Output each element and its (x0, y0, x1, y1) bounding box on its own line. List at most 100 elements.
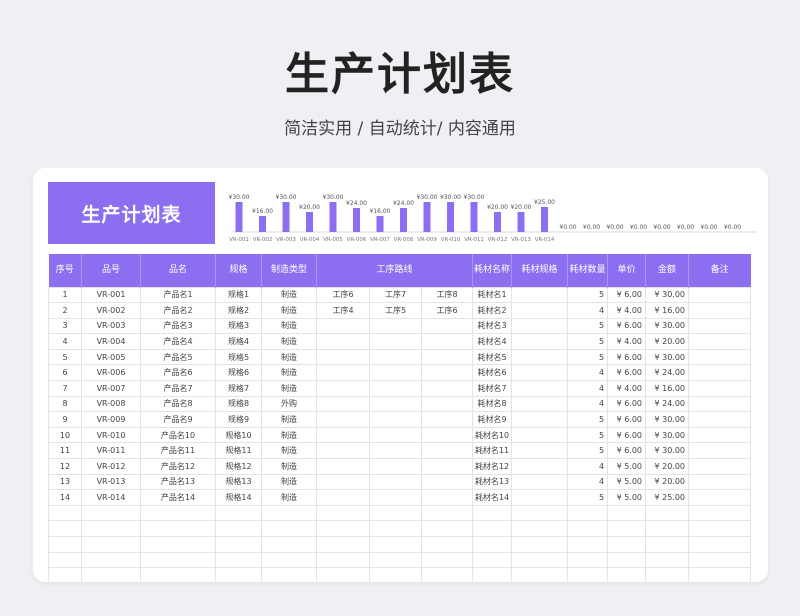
cell-spec[interactable]: 规格14 (215, 489, 262, 506)
cell-code[interactable] (81, 536, 141, 553)
cell-mat-name[interactable]: 耗材名12 (472, 458, 513, 475)
cell-code[interactable]: VR-009 (81, 411, 141, 428)
cell-mat-spec[interactable] (511, 317, 569, 335)
cell-route-1[interactable] (316, 458, 370, 475)
cell-name[interactable]: 产品名9 (140, 411, 216, 428)
cell-code[interactable]: VR-004 (81, 333, 141, 350)
cell-name[interactable] (140, 567, 216, 582)
col-header-price[interactable]: 单价 (607, 254, 646, 287)
cell-spec[interactable]: 规格1 (215, 286, 262, 304)
cell-make-type[interactable]: 外购 (261, 395, 317, 413)
cell-price[interactable]: ¥ 4.00 (607, 380, 647, 397)
cell-amount[interactable] (645, 520, 690, 537)
cell-route-2[interactable] (369, 489, 422, 506)
cell-price[interactable]: ¥ 6.00 (607, 348, 647, 366)
cell-route-2[interactable] (369, 426, 422, 444)
cell-route-3[interactable] (420, 442, 474, 460)
cell-mat-spec[interactable] (511, 458, 569, 475)
cell-route-1[interactable] (316, 364, 370, 382)
cell-make-type[interactable]: 制造 (261, 286, 317, 304)
cell-mat-name[interactable] (472, 551, 513, 569)
cell-mat-qty[interactable]: 5 (567, 333, 609, 350)
cell-code[interactable]: VR-005 (81, 348, 141, 366)
cell-name[interactable]: 产品名5 (140, 348, 216, 366)
cell-price[interactable]: ¥ 4.00 (607, 333, 647, 350)
cell-mat-spec[interactable] (511, 426, 569, 444)
cell-seq[interactable]: 12 (48, 458, 82, 475)
cell-name[interactable] (140, 504, 216, 522)
cell-make-type[interactable] (261, 551, 317, 569)
cell-note[interactable] (688, 520, 752, 537)
cell-mat-name[interactable] (472, 567, 513, 582)
cell-name[interactable]: 产品名7 (140, 380, 216, 397)
cell-route-2[interactable] (369, 567, 422, 582)
table-row[interactable]: 9 VR-009 产品名9 规格9 制造 耗材名9 5 ¥ 6.00 ¥ 30.00 (48, 411, 752, 428)
cell-route-1[interactable] (316, 395, 370, 413)
cell-note[interactable] (688, 286, 752, 304)
cell-name[interactable]: 产品名4 (140, 333, 216, 350)
cell-amount[interactable]: ¥ 30.00 (645, 348, 690, 366)
cell-name[interactable]: 产品名10 (140, 426, 216, 444)
cell-route-2[interactable] (369, 333, 422, 350)
cell-name[interactable]: 产品名11 (140, 442, 216, 460)
cell-make-type[interactable]: 制造 (261, 364, 317, 382)
cell-mat-name[interactable]: 耗材名9 (472, 411, 513, 428)
cell-route-2[interactable] (369, 395, 422, 413)
cell-amount[interactable]: ¥ 25.00 (645, 489, 690, 506)
cell-make-type[interactable]: 制造 (261, 302, 317, 319)
cell-mat-name[interactable]: 耗材名7 (472, 380, 513, 397)
cell-spec[interactable]: 规格11 (215, 442, 262, 460)
cell-mat-spec[interactable] (511, 380, 569, 397)
cell-name[interactable]: 产品名12 (140, 458, 216, 475)
cell-make-type[interactable] (261, 536, 317, 553)
cell-mat-name[interactable]: 耗材名8 (472, 395, 513, 413)
cell-amount[interactable] (645, 504, 690, 522)
cell-note[interactable] (688, 302, 752, 319)
cell-spec[interactable]: 规格5 (215, 348, 262, 366)
cell-amount[interactable] (645, 536, 690, 553)
cell-make-type[interactable]: 制造 (261, 442, 317, 460)
cell-price[interactable] (607, 567, 647, 582)
cell-route-3[interactable] (420, 411, 474, 428)
cell-seq[interactable]: 14 (48, 489, 82, 506)
cell-route-1[interactable] (316, 551, 370, 569)
cell-mat-name[interactable]: 耗材名14 (472, 489, 513, 506)
col-header-spec[interactable]: 规格 (215, 254, 262, 287)
cell-route-1[interactable]: 工序4 (316, 302, 370, 319)
cell-spec[interactable]: 规格4 (215, 333, 262, 350)
cell-route-3[interactable] (420, 317, 474, 335)
cell-seq[interactable]: 1 (48, 286, 82, 304)
cell-spec[interactable] (215, 551, 262, 569)
cell-route-1[interactable] (316, 317, 370, 335)
cell-amount[interactable]: ¥ 30.00 (645, 286, 690, 304)
cell-seq[interactable]: 2 (48, 302, 82, 319)
cell-make-type[interactable]: 制造 (261, 380, 317, 397)
cell-route-3[interactable]: 工序8 (420, 286, 474, 304)
cell-amount[interactable]: ¥ 24.00 (645, 364, 690, 382)
cell-route-1[interactable] (316, 504, 370, 522)
cell-mat-qty[interactable]: 5 (567, 286, 609, 304)
cell-mat-name[interactable]: 耗材名6 (472, 364, 513, 382)
cell-price[interactable] (607, 551, 647, 569)
cell-mat-qty[interactable] (567, 536, 609, 553)
cell-spec[interactable]: 规格6 (215, 364, 262, 382)
cell-mat-spec[interactable] (511, 520, 569, 537)
table-row[interactable]: 12 VR-012 产品名12 规格12 制造 耗材名12 4 ¥ 5.00 ¥ 20.00 (48, 458, 752, 475)
cell-mat-spec[interactable] (511, 364, 569, 382)
cell-route-2[interactable] (369, 317, 422, 335)
cell-route-3[interactable] (420, 551, 474, 569)
cell-mat-spec[interactable] (511, 302, 569, 319)
table-row[interactable]: 14 VR-014 产品名14 规格14 制造 耗材名14 5 ¥ 5.00 ¥ 25.00 (48, 489, 752, 506)
cell-price[interactable]: ¥ 5.00 (607, 489, 647, 506)
cell-name[interactable]: 产品名14 (140, 489, 216, 506)
cell-amount[interactable]: ¥ 16.00 (645, 302, 690, 319)
cell-spec[interactable] (215, 504, 262, 522)
cell-route-2[interactable] (369, 520, 422, 537)
cell-price[interactable] (607, 504, 647, 522)
cell-seq[interactable]: 7 (48, 380, 82, 397)
cell-mat-name[interactable]: 耗材名5 (472, 348, 513, 366)
cell-mat-spec[interactable] (511, 536, 569, 553)
cell-route-2[interactable] (369, 442, 422, 460)
table-row[interactable] (48, 520, 752, 537)
cell-mat-qty[interactable]: 4 (567, 380, 609, 397)
